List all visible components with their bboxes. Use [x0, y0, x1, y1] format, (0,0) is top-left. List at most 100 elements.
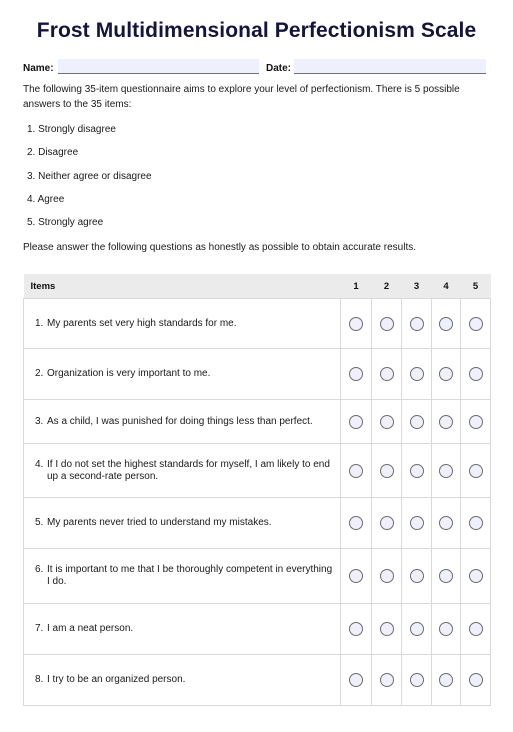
rating-cell-5 — [460, 443, 491, 498]
rating-cell-4 — [431, 603, 461, 655]
radio-button-4[interactable] — [439, 316, 453, 331]
radio-button-4[interactable] — [439, 569, 453, 583]
rating-cell-4 — [431, 497, 461, 549]
radio-button-4[interactable] — [439, 463, 453, 478]
radio-button-3[interactable] — [409, 367, 424, 381]
option-2: 2. Disagree — [27, 147, 79, 158]
table-row: 6. It is important to me that I be thorou… — [23, 548, 491, 604]
radio-button-3[interactable] — [409, 569, 424, 583]
rating-cell-1 — [340, 298, 372, 349]
radio-button-1[interactable] — [349, 516, 363, 530]
rating-cell-5 — [460, 298, 491, 349]
radio-button-2[interactable] — [379, 569, 394, 583]
rating-cell-5 — [460, 497, 491, 549]
radio-button-1[interactable] — [349, 316, 363, 331]
radio-button-1[interactable] — [349, 463, 363, 478]
rating-cell-1 — [340, 348, 372, 400]
intro-text: The following 35-item questionnaire aims… — [23, 84, 460, 110]
radio-button-5[interactable] — [468, 622, 483, 636]
date-field[interactable] — [294, 59, 486, 74]
radio-button-3[interactable] — [409, 516, 424, 530]
rating-cell-1 — [340, 399, 372, 444]
radio-button-5[interactable] — [468, 414, 483, 429]
question-text: Organization is very important to me. — [47, 368, 211, 379]
header-5: 5 — [460, 274, 491, 299]
rating-cell-2 — [371, 654, 402, 706]
rating-cell-2 — [371, 497, 402, 549]
rating-cell-2 — [371, 603, 402, 655]
rating-cell-2 — [371, 298, 402, 349]
question-cell: 3. As a child, I was punished for doing t… — [23, 399, 341, 444]
table-row: 2. Organization is very important to me. — [23, 348, 491, 400]
radio-button-1[interactable] — [349, 367, 363, 381]
question-number: 8. — [35, 674, 44, 685]
question-text: My parents never tried to understand my … — [47, 517, 272, 528]
question-number: 4. — [35, 458, 44, 470]
header-items: Items — [23, 274, 341, 299]
radio-button-3[interactable] — [409, 463, 424, 478]
rating-cell-4 — [431, 348, 461, 400]
rating-cell-2 — [371, 548, 402, 604]
rating-cell-2 — [371, 348, 402, 400]
radio-button-1[interactable] — [349, 622, 363, 636]
name-field[interactable] — [58, 59, 259, 74]
table-row: 5. My parents never tried to understand m… — [23, 497, 491, 549]
option-4: 4. Agree — [27, 194, 65, 205]
rating-cell-5 — [460, 348, 491, 400]
question-text: I try to be an organized person. — [47, 674, 186, 685]
rating-cell-4 — [431, 443, 461, 498]
radio-button-2[interactable] — [379, 414, 394, 429]
questionnaire-table: Items 1 2 3 4 5 1. My parents set very hi… — [23, 274, 491, 706]
table-header-row: Items 1 2 3 4 5 — [23, 274, 491, 299]
date-label: Date: — [266, 63, 292, 74]
radio-button-5[interactable] — [468, 569, 483, 583]
radio-button-4[interactable] — [439, 516, 453, 530]
question-number: 3. — [35, 415, 44, 427]
question-cell: 5. My parents never tried to understand m… — [23, 497, 341, 549]
rating-cell-5 — [460, 399, 491, 444]
rating-cell-3 — [401, 548, 432, 604]
radio-button-3[interactable] — [409, 414, 424, 429]
rating-cell-1 — [340, 654, 372, 706]
radio-button-2[interactable] — [379, 673, 394, 687]
radio-button-4[interactable] — [439, 622, 453, 636]
radio-button-1[interactable] — [349, 414, 363, 429]
question-number: 7. — [35, 623, 44, 634]
page-title: Frost Multidimensional Perfectionism Sca… — [36, 19, 477, 42]
rating-cell-1 — [340, 548, 372, 604]
option-3: 3. Neither agree or disagree — [27, 171, 152, 182]
radio-button-1[interactable] — [349, 569, 363, 583]
rating-cell-5 — [460, 654, 491, 706]
radio-button-2[interactable] — [379, 367, 394, 381]
rating-cell-4 — [431, 654, 461, 706]
radio-button-3[interactable] — [409, 673, 424, 687]
radio-button-2[interactable] — [379, 516, 394, 530]
radio-button-5[interactable] — [468, 673, 483, 687]
header-2: 2 — [371, 274, 402, 299]
radio-button-5[interactable] — [468, 316, 483, 331]
radio-button-4[interactable] — [439, 367, 453, 381]
question-cell: 2. Organization is very important to me. — [23, 348, 341, 400]
radio-button-5[interactable] — [468, 367, 483, 381]
rating-cell-1 — [340, 497, 372, 549]
radio-button-4[interactable] — [439, 673, 453, 687]
rating-cell-3 — [401, 348, 432, 400]
radio-button-3[interactable] — [409, 316, 424, 331]
rating-cell-3 — [401, 443, 432, 498]
radio-button-5[interactable] — [468, 516, 483, 530]
rating-cell-3 — [401, 603, 432, 655]
radio-button-2[interactable] — [379, 463, 394, 478]
radio-button-2[interactable] — [379, 622, 394, 636]
radio-button-5[interactable] — [468, 463, 483, 478]
table-row: 8. I try to be an organized person. — [23, 654, 491, 706]
question-cell: 6. It is important to me that I be thorou… — [23, 548, 341, 604]
rating-cell-4 — [431, 399, 461, 444]
header-4: 4 — [431, 274, 461, 299]
rating-cell-5 — [460, 603, 491, 655]
radio-button-1[interactable] — [349, 673, 363, 687]
radio-button-3[interactable] — [409, 622, 424, 636]
radio-button-2[interactable] — [379, 316, 394, 331]
table-row: 7. I am a neat person. — [23, 603, 491, 655]
table-row: 1. My parents set very high standards for… — [23, 298, 491, 349]
radio-button-4[interactable] — [439, 414, 453, 429]
